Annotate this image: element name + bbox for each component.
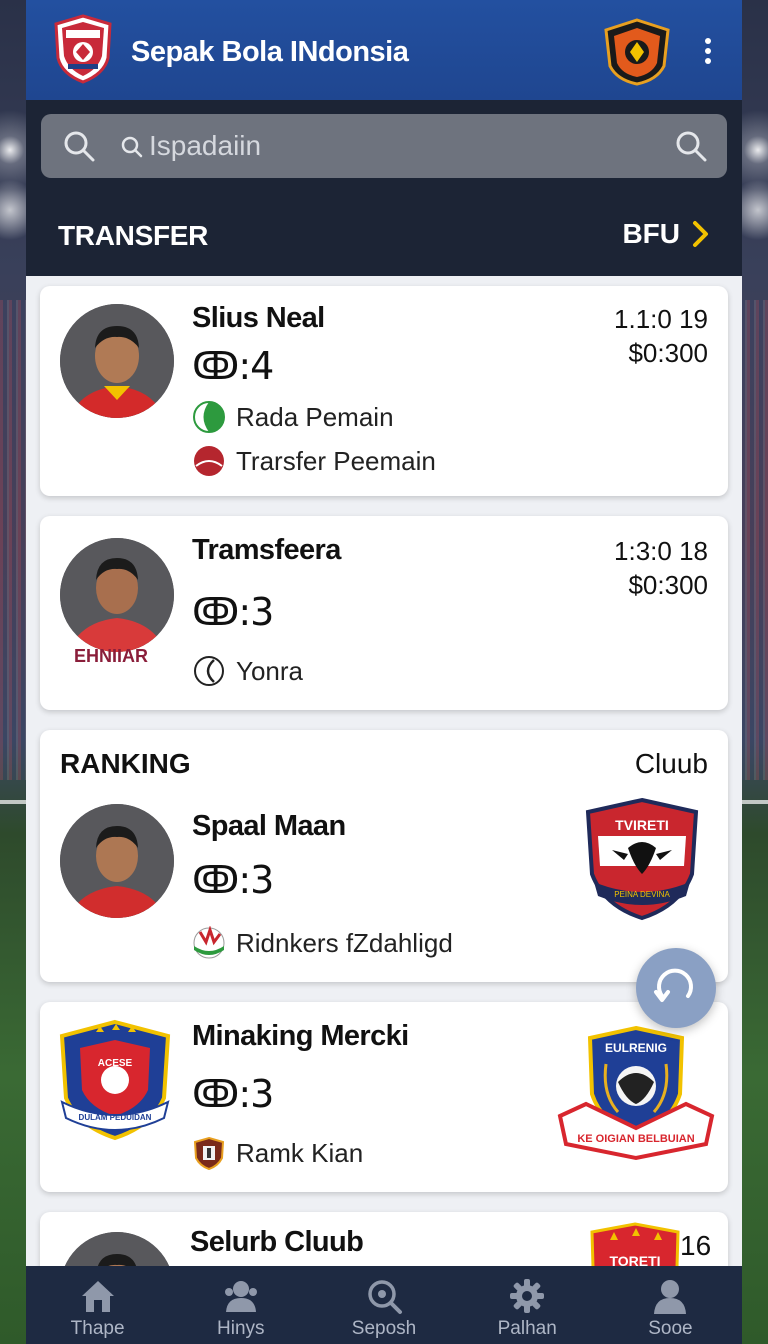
transfer-info: 1.1:0 19 $0:300	[614, 302, 708, 370]
nav-item-search[interactable]: Seposh	[312, 1266, 455, 1344]
chevron-right-icon	[693, 221, 708, 247]
refresh-fab[interactable]	[636, 948, 716, 1028]
transfer-info: 1:3:0 18 $0:300	[614, 534, 708, 602]
eagle-club-crest: TVIRETI PEINA DEVINA	[585, 797, 699, 921]
nav-label: Seposh	[351, 1318, 417, 1339]
half-circle-icon	[194, 656, 224, 686]
nav-label: Palhan	[497, 1318, 557, 1339]
meta-label: Ridnkers fZdahligd	[236, 927, 453, 958]
club-badge-icon	[193, 1136, 225, 1170]
club-section-label: Cluub	[634, 748, 708, 779]
app-window: Sepak Bola INdonsia Ispadaiin TRANSFER B…	[26, 0, 742, 1344]
player-score: ↂ:3	[192, 1072, 274, 1116]
crest-text: TVIRETI	[615, 817, 669, 833]
player-avatar	[60, 304, 174, 418]
orange-club-badge-icon[interactable]	[602, 18, 672, 86]
user-group-icon	[224, 1281, 257, 1312]
player-name: Tramsfeera	[192, 534, 341, 566]
home-icon	[81, 1281, 114, 1312]
gear-icon	[510, 1279, 545, 1313]
search-submit-icon[interactable]	[675, 130, 707, 162]
search-input[interactable]	[149, 124, 669, 168]
red-green-ball-icon	[193, 926, 225, 959]
player-score: ↂ:3	[192, 590, 274, 634]
transfer-link-label: BFU	[622, 218, 680, 249]
ranking-section-title: RANKING	[60, 748, 191, 779]
left-club-crest: ACESE DULAM PEDUIDAN	[59, 1019, 171, 1141]
crest-text: ACESE	[98, 1058, 133, 1069]
nav-label: Thape	[70, 1318, 125, 1339]
club-shield-logo-icon[interactable]	[52, 14, 114, 84]
transfer-section-title: TRANSFER	[58, 220, 209, 251]
small-search-icon	[121, 136, 143, 158]
transfer-see-all-link[interactable]: BFU	[622, 218, 710, 250]
nav-item-settings[interactable]: Palhan	[456, 1266, 599, 1344]
crest-banner: DULAM PEDUIDAN	[79, 1113, 152, 1122]
more-vertical-icon[interactable]	[702, 38, 714, 68]
transfer-time: 1:3:0 18	[614, 536, 708, 566]
search-band: TRANSFER BFU	[26, 100, 742, 276]
meta-label: Trarsfer Peemain	[236, 445, 436, 476]
jersey-text: EHNIIAR	[74, 646, 149, 666]
player-name: Selurb Cluub	[190, 1226, 364, 1258]
nav-item-home[interactable]: Thape	[26, 1266, 169, 1344]
top-bar: Sepak Bola INdonsia	[26, 0, 742, 100]
transfer-price: $0:300	[628, 570, 708, 600]
meta-row[interactable]: Trarsfer Peemain	[192, 444, 436, 478]
meta-label: Rada Pemain	[236, 401, 394, 432]
nav-item-profile[interactable]: Sooe	[599, 1266, 742, 1344]
player-name: Spaal Maan	[192, 810, 346, 842]
nav-label: Sooe	[648, 1318, 693, 1339]
rank-number: 16	[680, 1230, 712, 1261]
club-card[interactable]: ACESE DULAM PEDUIDAN Minaking Mercki ↂ:3…	[40, 1002, 728, 1192]
meta-row[interactable]: Rada Pemain	[192, 400, 394, 434]
green-ball-icon	[193, 401, 225, 433]
meta-row[interactable]: Yonra	[192, 654, 303, 688]
player-score: ↂ:3	[192, 858, 274, 902]
bottom-navigation: Thape Hinys Seposh Palhan Sooe	[26, 1266, 742, 1344]
search-box[interactable]	[41, 114, 727, 178]
meta-row[interactable]: Ridnkers fZdahligd	[192, 926, 453, 960]
player-avatar	[60, 804, 174, 918]
nav-item-players[interactable]: Hinys	[169, 1266, 312, 1344]
app-title: Sepak Bola INdonsia	[131, 36, 409, 68]
right-club-crest: EULRENIG KE OIGIAN BELBUIAN	[557, 1025, 715, 1161]
player-avatar	[60, 538, 174, 652]
crest-text: EULRENIG	[605, 1041, 667, 1055]
player-score: ↂ:4	[192, 344, 274, 388]
player-name: Minaking Mercki	[192, 1020, 409, 1052]
transfer-price: $0:300	[628, 338, 708, 368]
transfer-card[interactable]: EHNIIAR Tramsfeera ↂ:3 1:3:0 18 $0:300 Y…	[40, 516, 728, 710]
ranking-card[interactable]: RANKING Cluub Spaal Maan ↂ:3 Ridnkers fZ…	[40, 730, 728, 982]
red-ball-icon	[194, 446, 224, 476]
search-icon[interactable]	[63, 130, 95, 162]
meta-label: Ramk Kian	[236, 1137, 364, 1168]
transfer-time: 1.1:0 19	[614, 304, 708, 334]
player-name: Slius Neal	[192, 302, 325, 334]
search-icon	[368, 1280, 402, 1314]
meta-row[interactable]: Ramk Kian	[192, 1136, 363, 1170]
user-icon	[654, 1280, 687, 1314]
nav-label: Hinys	[217, 1318, 265, 1339]
refresh-icon	[654, 968, 693, 1002]
meta-label: Yonra	[236, 655, 303, 686]
transfer-card[interactable]: Slius Neal ↂ:4 1.1:0 19 $0:300 Rada Pema…	[40, 286, 728, 496]
crest-banner: PEINA DEVINA	[614, 890, 670, 899]
crest-banner: KE OIGIAN BELBUIAN	[577, 1133, 694, 1145]
